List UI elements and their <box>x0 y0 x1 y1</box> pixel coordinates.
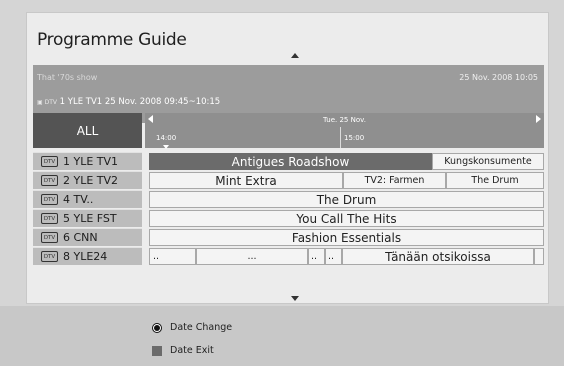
program-line: 1 YLE TV1 25 Nov. 2008 09:45~10:15 <box>59 97 221 107</box>
programme-cell[interactable]: .. <box>149 248 196 265</box>
date-exit-hint: Date Exit <box>152 345 214 356</box>
all-channels-button[interactable]: ALL <box>33 113 142 148</box>
channel-row[interactable]: DTV 2 YLE TV2 <box>33 171 142 189</box>
channel-row[interactable]: DTV 5 YLE FST <box>33 209 142 227</box>
channel-row[interactable]: DTV 6 CNN <box>33 228 142 246</box>
programme-cell[interactable]: Antigues Roadshow <box>149 153 432 170</box>
current-program-details: ▣ DTV 1 YLE TV1 25 Nov. 2008 09:45~10:15 <box>37 97 220 107</box>
timeline-bar: Tue. 25 Nov. 14:00 15:00 <box>145 113 544 149</box>
programme-guide-panel: Programme Guide That '70s show 25 Nov. 2… <box>26 12 549 304</box>
dtv-icon: DTV <box>41 251 58 262</box>
programme-cell[interactable]: Fashion Essentials <box>149 229 544 246</box>
channel-label: 2 YLE TV2 <box>63 174 119 187</box>
programme-cell[interactable]: Tänään otsikoissa <box>342 248 534 265</box>
key-legend: Date Change Date Exit <box>0 306 564 366</box>
programme-cell[interactable]: Mint Extra <box>149 172 343 189</box>
dtv-icon: DTV <box>41 213 58 224</box>
dtv-icon: DTV <box>41 175 58 186</box>
current-time-marker-icon <box>163 145 169 149</box>
programme-cell[interactable]: .. <box>308 248 325 265</box>
channel-label: 4 TV.. <box>63 193 94 206</box>
dtv-icon: DTV <box>41 156 58 167</box>
channel-label: 6 CNN <box>63 231 98 244</box>
time-label: 14:00 <box>156 134 177 142</box>
programme-cell[interactable]: The Drum <box>149 191 544 208</box>
channel-label: 1 YLE TV1 <box>63 155 119 168</box>
channel-row[interactable]: DTV 4 TV.. <box>33 190 142 208</box>
programme-cell[interactable]: You Call The Hits <box>149 210 544 227</box>
ok-button-icon <box>152 322 162 333</box>
programme-cell[interactable]: TV2: Farmen <box>343 172 446 189</box>
channel-label: 8 YLE24 <box>63 250 108 263</box>
time-tick <box>340 127 341 148</box>
current-datetime: 25 Nov. 2008 10:05 <box>459 73 538 82</box>
page-title: Programme Guide <box>37 30 187 50</box>
programme-cell[interactable]: .. <box>325 248 342 265</box>
dtv-icon: DTV <box>41 232 58 243</box>
programme-cell[interactable]: ... <box>196 248 308 265</box>
programme-cell[interactable]: Kungskonsumente <box>432 153 544 170</box>
programme-cell[interactable]: The Drum <box>446 172 544 189</box>
dtv-icon: DTV <box>41 194 58 205</box>
date-change-hint: Date Change <box>152 322 232 333</box>
current-show-title: That '70s show <box>37 73 98 82</box>
color-key-icon <box>152 345 162 356</box>
channel-row[interactable]: DTV 1 YLE TV1 <box>33 152 142 170</box>
channel-label: 5 YLE FST <box>63 212 117 225</box>
scroll-down-icon[interactable] <box>291 296 299 301</box>
programme-cell[interactable] <box>534 248 544 265</box>
date-change-label: Date Change <box>170 322 233 333</box>
channel-row[interactable]: DTV 8 YLE24 <box>33 247 142 265</box>
dtv-tag: ▣ DTV <box>37 99 57 106</box>
time-label: 15:00 <box>344 134 365 142</box>
scroll-up-icon[interactable] <box>291 53 299 58</box>
time-next-icon[interactable] <box>536 115 541 123</box>
timeline-date: Tue. 25 Nov. <box>323 116 366 124</box>
date-exit-label: Date Exit <box>170 345 214 356</box>
